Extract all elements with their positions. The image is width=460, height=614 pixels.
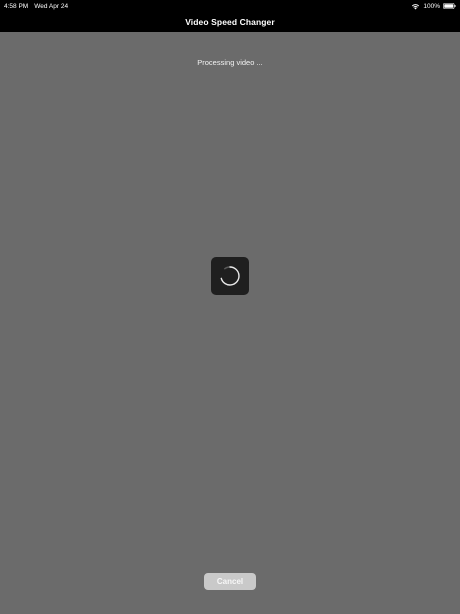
- status-date: Wed Apr 24: [34, 2, 69, 10]
- status-time: 4:58 PM: [4, 2, 29, 10]
- battery-percentage: 100%: [423, 2, 440, 10]
- status-left: 4:58 PM Wed Apr 24: [4, 3, 68, 10]
- processing-status-text: Processing video ...: [197, 58, 263, 67]
- status-bar: 4:58 PM Wed Apr 24 100%: [0, 0, 460, 12]
- cancel-button[interactable]: Cancel: [204, 573, 256, 590]
- loading-indicator: [211, 257, 249, 295]
- loading-spinner-icon: [220, 266, 240, 286]
- navigation-bar: Video Speed Changer: [0, 12, 460, 32]
- nav-title: Video Speed Changer: [185, 17, 275, 27]
- status-right: 100%: [411, 3, 456, 10]
- wifi-icon: [412, 3, 420, 9]
- battery-icon: [443, 3, 456, 9]
